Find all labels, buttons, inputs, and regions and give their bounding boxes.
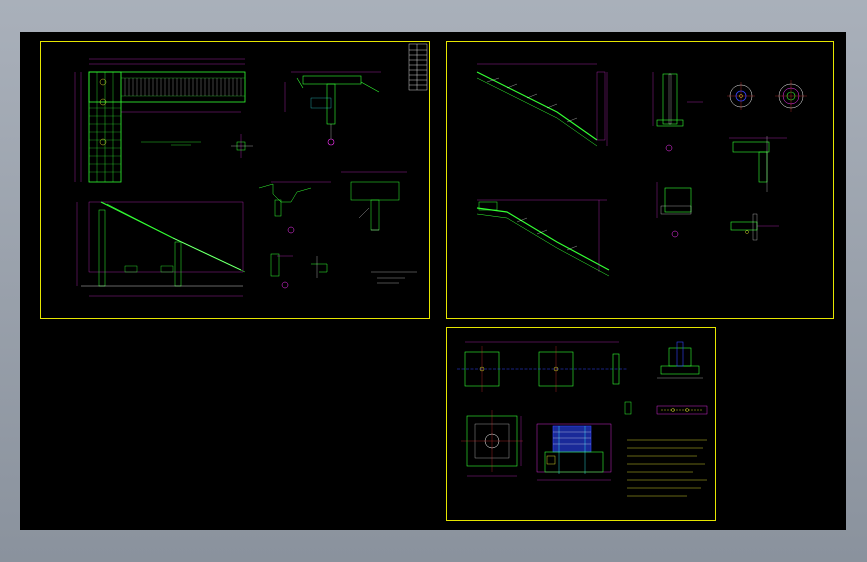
stair-elevation-1	[76, 201, 246, 297]
footing-section	[536, 423, 612, 481]
anchor-plate	[461, 410, 523, 477]
plan-view	[74, 58, 246, 183]
section-detail-1	[284, 71, 381, 146]
sheet-3-notes	[627, 439, 707, 497]
column-detail	[652, 72, 703, 152]
plate-detail	[656, 182, 692, 238]
cad-viewport[interactable]	[20, 32, 846, 530]
drawing-sheet-2[interactable]	[446, 41, 834, 319]
section-detail-3	[341, 171, 407, 231]
stair-elevation-2	[476, 63, 608, 147]
small-detail-b	[270, 253, 293, 289]
base-plan	[457, 341, 627, 392]
small-detail-c	[311, 256, 328, 278]
bolt-detail	[624, 401, 708, 415]
drawing-sheet-3[interactable]	[446, 327, 716, 521]
sheet-3-drawing	[457, 341, 708, 497]
sheet-2-drawing	[476, 63, 807, 277]
bracket-detail-2	[730, 213, 779, 241]
round-plate-1	[727, 82, 755, 110]
round-plate-2	[775, 80, 807, 112]
drawing-sheet-1[interactable]	[40, 41, 430, 319]
section-detail-2	[258, 181, 331, 234]
small-detail-a	[231, 134, 253, 158]
sheet-1-notes	[371, 271, 417, 284]
stair-elevation-3	[476, 199, 610, 277]
sheet-1-title-table	[408, 43, 428, 91]
bracket-detail-1	[729, 136, 787, 192]
pedestal-section	[657, 341, 703, 379]
sheet-1-drawing	[74, 43, 428, 297]
